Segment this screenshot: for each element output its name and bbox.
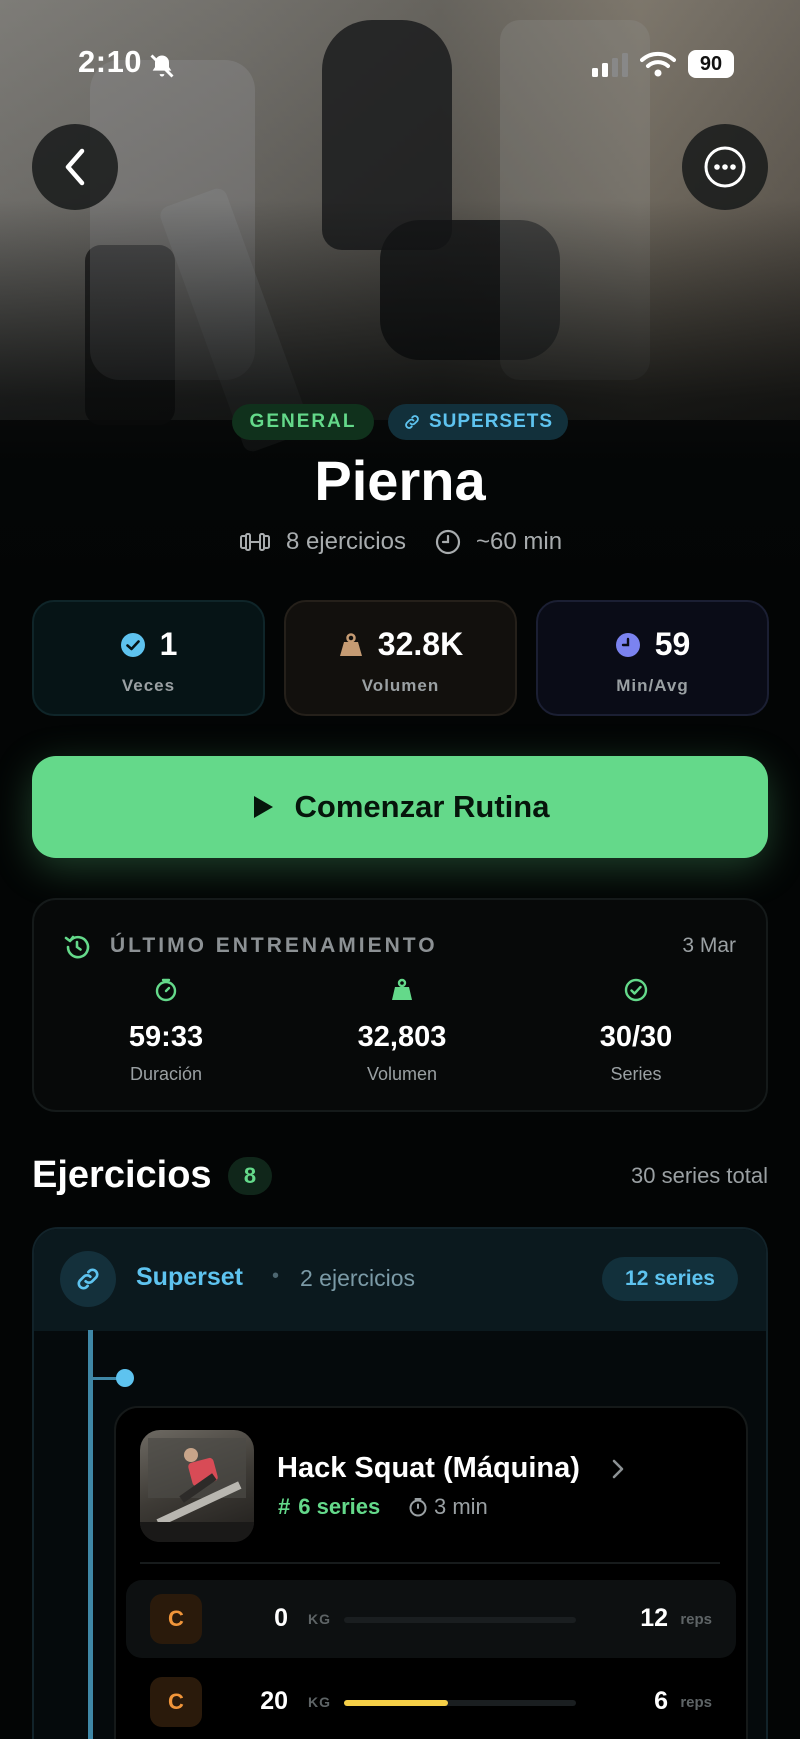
routine-meta: 8 ejercicios ~60 min xyxy=(0,528,800,556)
stat-label: Veces xyxy=(121,676,176,695)
exercise-thumbnail[interactable] xyxy=(140,1430,254,1542)
metric-label: Series xyxy=(610,1064,662,1084)
weight-icon xyxy=(392,978,412,1000)
metric-label: Duración xyxy=(129,1064,203,1084)
back-button[interactable] xyxy=(32,124,118,210)
set-reps: 6 xyxy=(654,1687,668,1715)
last-workout-series: 30/30 Series xyxy=(536,978,736,1085)
superset-connector-dot xyxy=(116,1369,134,1387)
superset-series-badge: 12 series xyxy=(602,1257,738,1301)
stat-card-veces: 1 Veces xyxy=(32,600,265,716)
stat-value: 59 xyxy=(654,626,691,662)
set-weight-unit: KG xyxy=(308,1611,331,1627)
tag-supersets-label: SUPERSETS xyxy=(428,411,554,432)
start-routine-button[interactable]: Comenzar Rutina xyxy=(32,756,768,858)
estimated-duration: ~60 min xyxy=(475,528,563,555)
hash-icon: # xyxy=(278,1494,291,1519)
exercise-name[interactable]: Hack Squat (Máquina) xyxy=(277,1452,580,1485)
link-icon xyxy=(405,415,419,429)
timer-icon xyxy=(409,1498,427,1517)
stat-card-volumen: 32.8K Volumen xyxy=(284,600,517,716)
superset-label: Superset xyxy=(136,1263,243,1291)
tag-supersets: SUPERSETS xyxy=(388,404,568,440)
stat-value: 32.8K xyxy=(377,626,464,662)
dumbbell-icon xyxy=(239,533,270,551)
wifi-icon xyxy=(640,51,676,77)
total-series: 30 series total xyxy=(631,1163,768,1188)
set-weight: 20 xyxy=(260,1687,288,1715)
stat-label: Min/Avg xyxy=(616,676,689,695)
check-circle-icon xyxy=(624,978,648,1002)
set-row[interactable]: C 0 KG 12 reps xyxy=(126,1580,736,1658)
last-workout-duration: 59:33 Duración xyxy=(66,978,266,1085)
superset-header: Superset • 2 ejercicios 12 series xyxy=(34,1229,766,1331)
last-workout-card[interactable]: ÚLTIMO ENTRENAMIENTO 3 Mar 59:33 Duració… xyxy=(32,898,768,1112)
chevron-right-icon xyxy=(612,1459,624,1479)
set-weight: 0 xyxy=(274,1604,288,1632)
load-bar-fill xyxy=(344,1700,449,1706)
set-weight-unit: KG xyxy=(308,1694,331,1710)
metric-value: 32,803 xyxy=(357,1021,447,1053)
exercise-rest-time: 3 min xyxy=(434,1494,488,1519)
exercise-series: # 6 series xyxy=(278,1494,380,1520)
routine-title: Pierna xyxy=(314,449,486,512)
battery-indicator: 90 xyxy=(688,50,734,78)
exercises-title: Ejercicios xyxy=(32,1154,212,1196)
exercises-count-badge: 8 xyxy=(228,1157,272,1195)
exercise-rest: 3 min xyxy=(408,1494,488,1520)
check-circle-icon xyxy=(120,632,145,657)
set-reps: 12 xyxy=(640,1604,668,1632)
exercise-series-count: 6 series xyxy=(298,1494,381,1519)
stat-label: Volumen xyxy=(361,676,440,695)
cellular-signal-icon xyxy=(592,53,628,77)
last-workout-date: 3 Mar xyxy=(682,934,736,957)
exercise-count: 8 ejercicios xyxy=(285,528,406,555)
set-type-badge: C xyxy=(150,1594,202,1644)
tag-general: GENERAL xyxy=(232,404,374,440)
divider xyxy=(140,1562,720,1564)
load-bar xyxy=(344,1700,576,1706)
link-icon xyxy=(77,1268,99,1290)
stat-value: 1 xyxy=(159,626,178,662)
clock-icon xyxy=(435,529,461,555)
weight-icon xyxy=(339,632,362,656)
play-icon xyxy=(253,796,273,818)
status-time: 2:10 xyxy=(78,44,143,79)
more-horizontal-icon xyxy=(704,146,746,188)
bell-muted-icon xyxy=(150,54,174,78)
set-type-badge: C xyxy=(150,1677,202,1727)
set-reps-unit: reps xyxy=(680,1694,712,1711)
last-workout-title: ÚLTIMO ENTRENAMIENTO xyxy=(110,934,438,957)
last-workout-volume: 32,803 Volumen xyxy=(302,978,502,1085)
superset-separator: • xyxy=(272,1265,280,1287)
start-routine-label: Comenzar Rutina xyxy=(294,789,550,824)
set-reps-unit: reps xyxy=(680,1611,712,1628)
metric-label: Volumen xyxy=(366,1064,438,1084)
timer-icon xyxy=(155,978,177,1002)
more-options-button[interactable] xyxy=(682,124,768,210)
metric-value: 59:33 xyxy=(128,1021,204,1053)
superset-connector-line xyxy=(88,1330,93,1739)
stat-card-min-avg: 59 Min/Avg xyxy=(536,600,769,716)
clock-icon xyxy=(615,632,640,657)
set-row[interactable]: C 20 KG 6 reps xyxy=(126,1663,736,1739)
load-bar xyxy=(344,1617,576,1623)
metric-value: 30/30 xyxy=(599,1021,673,1053)
superset-icon-badge xyxy=(60,1251,116,1307)
history-icon xyxy=(64,935,90,959)
chevron-left-icon xyxy=(65,148,85,186)
superset-exercise-count: 2 ejercicios xyxy=(300,1265,416,1291)
